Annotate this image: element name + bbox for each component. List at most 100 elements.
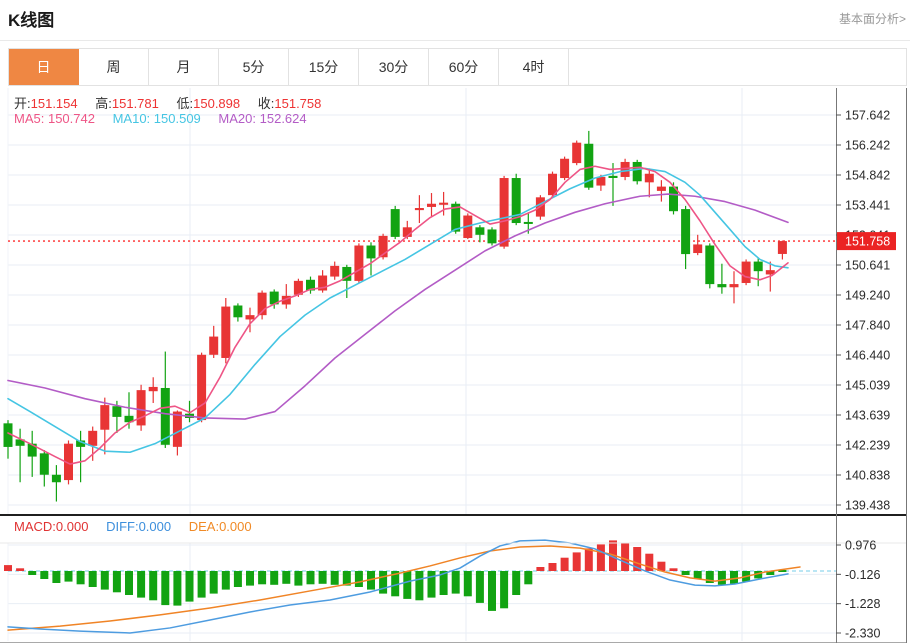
- macd-bar: [621, 543, 629, 571]
- macd-bar: [403, 571, 411, 599]
- candle-down: [112, 406, 121, 417]
- macd-bar: [452, 571, 460, 594]
- candle-up: [88, 431, 97, 446]
- macd-value: 0.000: [56, 519, 89, 534]
- tab-15min[interactable]: 15分: [289, 49, 359, 85]
- candle-up: [621, 162, 630, 177]
- candle-down: [754, 262, 763, 272]
- macd-bar: [40, 571, 48, 579]
- candlestick-chart[interactable]: 157.642156.242154.842153.441152.041150.6…: [0, 88, 910, 644]
- macd-bar: [77, 571, 85, 584]
- fundamental-analysis-link[interactable]: 基本面分析>: [839, 10, 906, 27]
- macd-bar: [125, 571, 133, 595]
- ohlc-legend: 开:151.154 高:151.781 低:150.898 收:151.758: [14, 93, 335, 112]
- candle-down: [681, 209, 690, 254]
- macd-bar: [234, 571, 242, 587]
- candle-up: [693, 244, 702, 253]
- diff-value: 0.000: [139, 519, 172, 534]
- macd-tick-label: -2.330: [845, 627, 880, 641]
- open-value: 151.154: [31, 96, 78, 111]
- tabbar-filler: [569, 49, 906, 85]
- diff-label: DIFF:: [106, 519, 139, 534]
- macd-bar: [331, 571, 339, 585]
- price-tick-label: 139.438: [845, 499, 890, 513]
- macd-bar: [730, 571, 738, 584]
- price-tick-label: 142.239: [845, 439, 890, 453]
- price-tick-label: 149.240: [845, 289, 890, 303]
- ma10-label: MA10:: [113, 111, 151, 126]
- macd-bar: [670, 568, 678, 571]
- candle-up: [427, 204, 436, 207]
- macd-bar: [415, 571, 423, 600]
- macd-bar: [270, 571, 278, 585]
- macd-bar: [89, 571, 97, 587]
- candle-up: [439, 203, 448, 205]
- macd-bar: [282, 571, 290, 584]
- macd-bar: [149, 571, 157, 600]
- macd-bar: [597, 544, 605, 571]
- tab-30min[interactable]: 30分: [359, 49, 429, 85]
- macd-bar: [222, 571, 230, 590]
- macd-bar: [585, 548, 593, 571]
- kline-page: K线图 基本面分析> 日 周 月 5分 15分 30分 60分 4时 开:151…: [0, 0, 910, 644]
- candle-down: [391, 209, 400, 237]
- candle-up: [209, 337, 218, 355]
- macd-bar: [246, 571, 254, 586]
- candle-up: [742, 262, 751, 283]
- macd-bar: [210, 571, 218, 594]
- tab-60min[interactable]: 60分: [429, 49, 499, 85]
- close-label: 收:: [258, 96, 275, 111]
- macd-bar: [294, 571, 302, 586]
- tab-day[interactable]: 日: [9, 49, 79, 85]
- macd-bar: [28, 571, 36, 575]
- tab-4hour[interactable]: 4时: [499, 49, 569, 85]
- macd-bar: [573, 552, 581, 571]
- macd-bar: [536, 567, 544, 571]
- high-value: 151.781: [112, 96, 159, 111]
- macd-label: MACD:: [14, 519, 56, 534]
- macd-bar: [4, 565, 12, 571]
- candle-up: [221, 307, 230, 358]
- low-value: 150.898: [193, 96, 240, 111]
- macd-histogram: [4, 540, 786, 611]
- tab-5min[interactable]: 5分: [219, 49, 289, 85]
- price-tick-label: 145.039: [845, 379, 890, 393]
- macd-bar: [682, 571, 690, 575]
- candle-down: [475, 227, 484, 235]
- candle-down: [367, 246, 376, 259]
- candle-down: [705, 246, 714, 285]
- price-tick-label: 140.838: [845, 469, 890, 483]
- candle-up: [778, 241, 787, 254]
- price-tick-label: 150.641: [845, 259, 890, 273]
- tab-week[interactable]: 周: [79, 49, 149, 85]
- macd-bar: [524, 571, 532, 584]
- page-title: K线图: [8, 6, 54, 31]
- high-label: 高:: [95, 96, 112, 111]
- candle-up: [657, 187, 666, 191]
- price-tick-label: 146.440: [845, 349, 890, 363]
- candle-up: [197, 355, 206, 420]
- macd-bar: [113, 571, 121, 592]
- candle-down: [52, 475, 61, 483]
- candle-up: [100, 405, 109, 430]
- macd-bar: [500, 571, 508, 608]
- candle-down: [633, 162, 642, 181]
- price-tick-label: 154.842: [845, 169, 890, 183]
- macd-legend: MACD:0.000 DIFF:0.000 DEA:0.000: [14, 519, 266, 534]
- ma5-label: MA5:: [14, 111, 44, 126]
- candle-down: [233, 306, 242, 318]
- macd-bar: [464, 571, 472, 596]
- macd-bar: [718, 571, 726, 585]
- macd-bar: [16, 568, 24, 571]
- candle-up: [596, 177, 605, 186]
- tab-month[interactable]: 月: [149, 49, 219, 85]
- candle-down: [609, 176, 618, 178]
- candle-down: [40, 453, 49, 474]
- candle-up: [572, 143, 581, 163]
- ma5-value: 150.742: [48, 111, 95, 126]
- macd-bar: [186, 571, 194, 602]
- candle-up: [730, 284, 739, 287]
- candle-up: [560, 159, 569, 178]
- price-tick-label: 147.840: [845, 319, 890, 333]
- macd-bar: [488, 571, 496, 611]
